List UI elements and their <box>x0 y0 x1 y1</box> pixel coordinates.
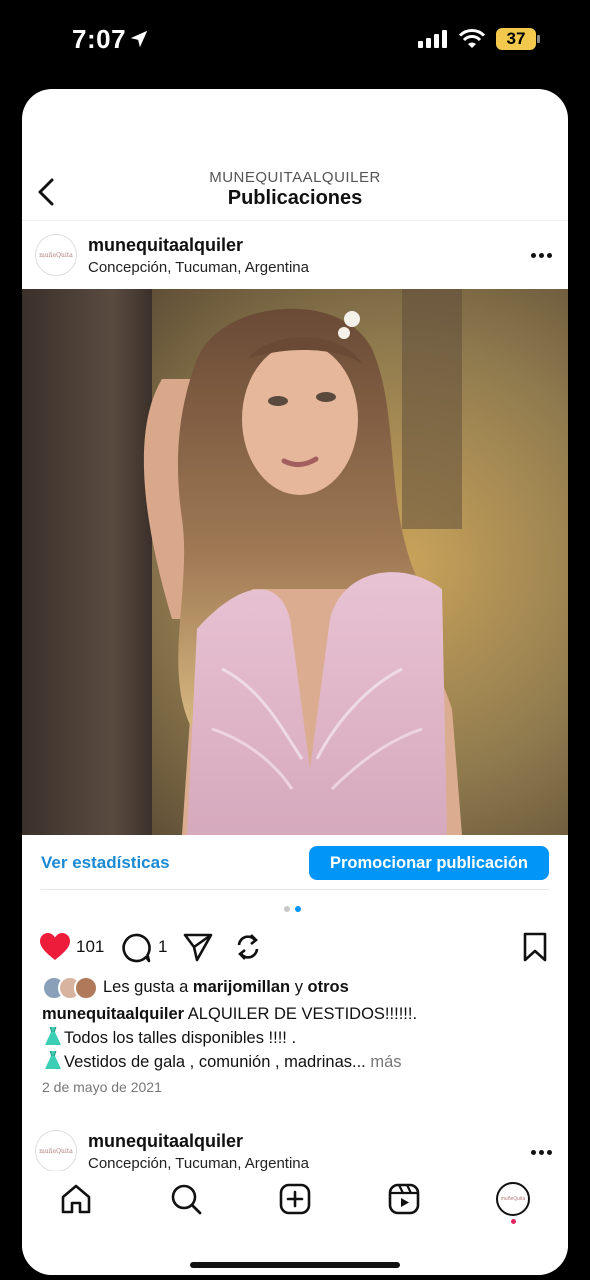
post-location[interactable]: Concepción, Tucuman, Argentina <box>88 259 309 276</box>
home-icon[interactable] <box>58 1181 94 1217</box>
post-caption[interactable]: munequitaalquiler ALQUILER DE VESTIDOS!!… <box>42 1003 552 1074</box>
more-options-icon[interactable] <box>531 253 552 258</box>
post-date: 2 de mayo de 2021 <box>42 1079 162 1095</box>
notification-dot <box>511 1219 516 1224</box>
carousel-indicator <box>284 906 301 912</box>
avatar <box>74 976 98 1000</box>
avatar[interactable]: muñeQuita <box>35 1130 77 1172</box>
dress-emoji-icon <box>45 1026 61 1045</box>
comment-count[interactable]: 1 <box>158 937 167 957</box>
post-location[interactable]: Concepción, Tucuman, Argentina <box>88 1155 309 1172</box>
cellular-signal-icon <box>418 30 447 48</box>
liked-by-row[interactable]: Les gusta a marijomillan y otros <box>42 975 552 1001</box>
battery-indicator: 37 <box>496 28 536 50</box>
liker-username[interactable]: marijomillan <box>193 978 290 996</box>
carousel-dot-active <box>295 906 301 912</box>
reels-icon[interactable] <box>386 1181 422 1217</box>
wifi-icon <box>458 29 486 48</box>
create-icon[interactable] <box>277 1181 313 1217</box>
caption-username[interactable]: munequitaalquiler <box>42 1005 184 1023</box>
promote-post-button[interactable]: Promocionar publicación <box>309 846 549 880</box>
post-actions: 101 1 <box>22 927 568 967</box>
view-insights-link[interactable]: Ver estadísticas <box>41 853 170 873</box>
battery-tip <box>537 35 540 43</box>
post-username[interactable]: munequitaalquiler <box>88 1131 243 1152</box>
post-header: muñeQuita munequitaalquiler Concepción, … <box>22 223 568 289</box>
likes-others-link[interactable]: otros <box>308 978 349 996</box>
liker-avatars <box>42 976 100 1000</box>
liked-by-text: Les gusta a marijomillan y otros <box>103 978 349 997</box>
location-arrow-icon <box>130 30 148 48</box>
status-bar: 7:07 37 <box>0 0 590 86</box>
post-photo[interactable] <box>22 289 568 835</box>
caption-line-2: Todos los talles disponibles !!!! . <box>64 1029 297 1047</box>
top-navigation: MUNEQUITAALQUILER Publicaciones <box>22 149 568 221</box>
avatar[interactable]: muñeQuita <box>35 234 77 276</box>
divider <box>41 889 549 890</box>
search-icon[interactable] <box>168 1181 204 1217</box>
share-icon[interactable] <box>183 932 213 962</box>
caption-line-1: ALQUILER DE VESTIDOS!!!!!!. <box>187 1005 418 1023</box>
avatar-logo-text: muñeQuita <box>39 251 73 259</box>
avatar-logo-text: muñeQuita <box>500 1196 526 1202</box>
likes-prefix: Les gusta a <box>103 978 189 996</box>
carousel-dot <box>284 906 290 912</box>
profile-tab-avatar[interactable]: muñeQuita <box>496 1182 530 1216</box>
page-title: Publicaciones <box>227 187 363 209</box>
like-count[interactable]: 101 <box>76 937 104 957</box>
account-name-header: MUNEQUITAALQUILER <box>209 169 381 186</box>
more-options-icon[interactable] <box>531 1150 552 1155</box>
likes-and: y <box>294 978 303 996</box>
app-screen: MUNEQUITAALQUILER Publicaciones muñeQuit… <box>22 89 568 1275</box>
post-username[interactable]: munequitaalquiler <box>88 235 243 256</box>
caption-line-3: Vestidos de gala , comunión , madrinas..… <box>64 1053 366 1071</box>
home-indicator[interactable] <box>190 1262 400 1268</box>
save-bookmark-icon[interactable] <box>522 932 548 962</box>
bottom-tab-bar: muñeQuita <box>22 1171 568 1275</box>
avatar-logo-text: muñeQuita <box>39 1147 73 1155</box>
status-time: 7:07 <box>72 24 127 54</box>
caption-more-link[interactable]: más <box>370 1053 401 1071</box>
remix-icon[interactable] <box>233 932 263 962</box>
dress-emoji-icon <box>45 1050 61 1069</box>
insights-row: Ver estadísticas Promocionar publicación <box>22 835 568 891</box>
next-post-header: muñeQuita munequitaalquiler Concepción, … <box>22 1123 568 1173</box>
comment-icon[interactable] <box>121 933 151 963</box>
heart-icon[interactable] <box>39 932 71 962</box>
